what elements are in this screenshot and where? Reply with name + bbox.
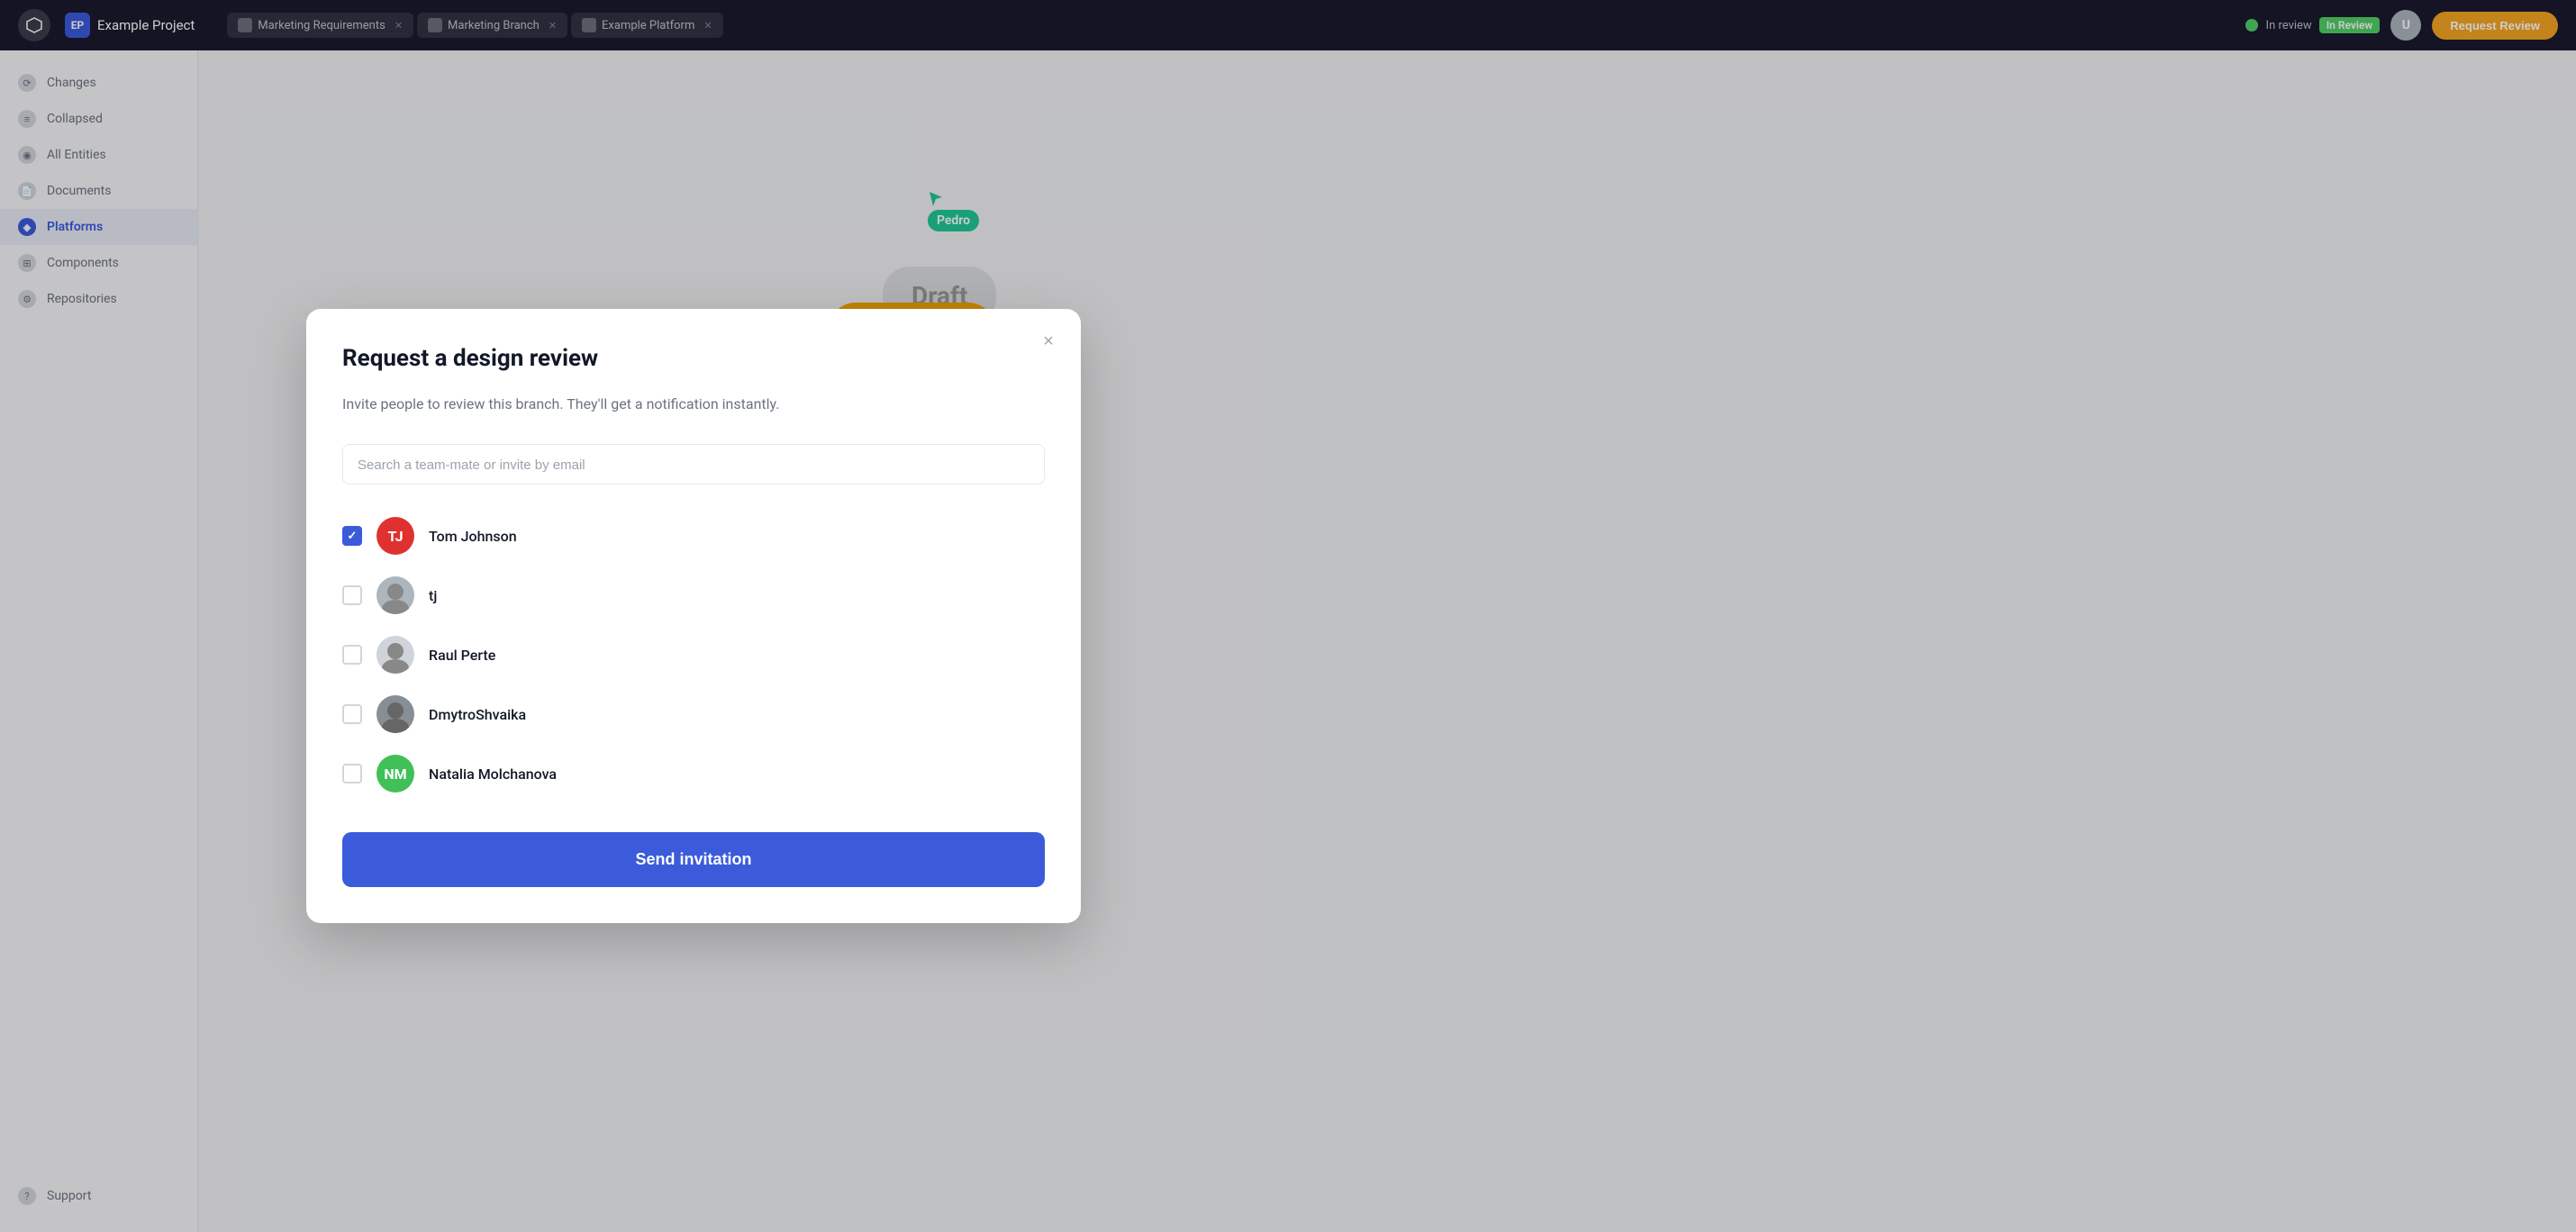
member-item-tom-johnson[interactable]: TJ Tom Johnson <box>342 506 1045 566</box>
dmytro-name: DmytroShvaika <box>429 706 526 723</box>
natalia-avatar: NM <box>376 755 414 793</box>
raul-perte-avatar <box>376 636 414 674</box>
member-item-raul-perte[interactable]: Raul Perte <box>342 625 1045 684</box>
modal-description: Invite people to review this branch. The… <box>342 394 1045 415</box>
review-modal: × Request a design review Invite people … <box>306 309 1081 923</box>
tom-johnson-name: Tom Johnson <box>429 528 517 545</box>
dmytro-avatar <box>376 695 414 733</box>
modal-close-button[interactable]: × <box>1034 327 1063 356</box>
tj-checkbox[interactable] <box>342 585 362 605</box>
member-list: TJ Tom Johnson tj <box>342 506 1045 803</box>
modal-title: Request a design review <box>342 345 1045 372</box>
raul-perte-checkbox[interactable] <box>342 645 362 665</box>
member-item-dmytro[interactable]: DmytroShvaika <box>342 684 1045 744</box>
natalia-name: Natalia Molchanova <box>429 765 557 783</box>
natalia-checkbox[interactable] <box>342 764 362 784</box>
search-input[interactable] <box>358 457 1029 473</box>
tom-johnson-checkbox[interactable] <box>342 526 362 546</box>
send-invitation-button[interactable]: Send invitation <box>342 832 1045 887</box>
tom-johnson-avatar: TJ <box>376 517 414 555</box>
raul-perte-name: Raul Perte <box>429 647 495 664</box>
dmytro-checkbox[interactable] <box>342 704 362 724</box>
member-item-tj[interactable]: tj <box>342 566 1045 625</box>
search-input-wrapper[interactable] <box>342 444 1045 485</box>
modal-overlay: × Request a design review Invite people … <box>0 0 2576 1232</box>
tj-avatar <box>376 576 414 614</box>
member-item-natalia[interactable]: NM Natalia Molchanova <box>342 744 1045 803</box>
tj-name: tj <box>429 587 437 604</box>
